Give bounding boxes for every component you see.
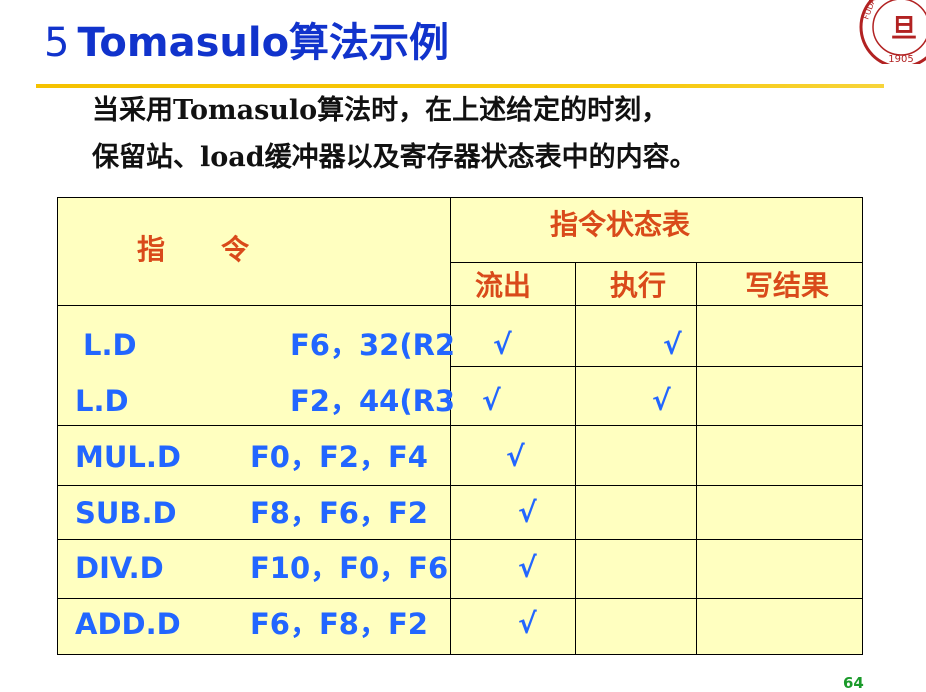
- row6-operands: F6，F8，F2: [250, 607, 428, 641]
- row4-issue-check: √: [518, 496, 537, 529]
- row1-op: L.D: [83, 328, 137, 362]
- row6-op: ADD.D: [75, 607, 181, 641]
- row3-op: MUL.D: [75, 440, 181, 474]
- row-divider: [58, 598, 862, 599]
- header-execute: 执行: [610, 269, 667, 302]
- title-text: Tomasulo算法示例: [77, 20, 450, 66]
- row-divider: [58, 539, 862, 540]
- row1-operands: F6，32(R2: [290, 328, 456, 362]
- row2-issue-check: √: [482, 384, 501, 417]
- header-instruction: 指 令: [137, 233, 250, 266]
- title-number: 5: [44, 20, 70, 66]
- row4-operands: F8，F6，F2: [250, 496, 428, 530]
- row-divider: [450, 366, 862, 367]
- row1-exec-check: √: [663, 328, 682, 361]
- instruction-status-table: 指 令 指令状态表 流出 执行 写结果 L.D F6，32(R2 √ √ L.D…: [57, 197, 863, 655]
- row5-operands: F10，F0，F6: [250, 551, 449, 585]
- col-divider: [575, 262, 576, 654]
- row-divider: [450, 262, 862, 263]
- row2-op: L.D: [75, 384, 129, 418]
- row5-issue-check: √: [518, 551, 537, 584]
- row4-op: SUB.D: [75, 496, 177, 530]
- row2-operands: F2，44(R3: [290, 384, 456, 418]
- row-divider: [58, 425, 862, 426]
- slide-title: 5 Tomasulo算法示例: [44, 18, 449, 68]
- university-seal-logo: 旦 1905 FUDAN: [856, 0, 926, 64]
- row3-operands: F0，F2，F4: [250, 440, 428, 474]
- seal-year: 1905: [888, 54, 913, 64]
- header-write-result: 写结果: [745, 269, 830, 302]
- row3-issue-check: √: [506, 440, 525, 473]
- subtitle-line-1: 当采用Tomasulo算法时，在上述给定的时刻，: [92, 95, 669, 126]
- row-divider: [58, 485, 862, 486]
- row2-exec-check: √: [652, 384, 671, 417]
- header-instruction-status: 指令状态表: [550, 208, 691, 241]
- page-number: 64: [843, 674, 864, 692]
- header-issue: 流出: [475, 269, 532, 302]
- row1-issue-check: √: [493, 328, 512, 361]
- col-divider: [450, 198, 451, 654]
- seal-character: 旦: [891, 14, 917, 44]
- col-divider: [696, 262, 697, 654]
- row6-issue-check: √: [518, 607, 537, 640]
- row-divider: [58, 305, 862, 306]
- row5-op: DIV.D: [75, 551, 164, 585]
- subtitle-line-2: 保留站、load缓冲器以及寄存器状态表中的内容。: [92, 142, 697, 173]
